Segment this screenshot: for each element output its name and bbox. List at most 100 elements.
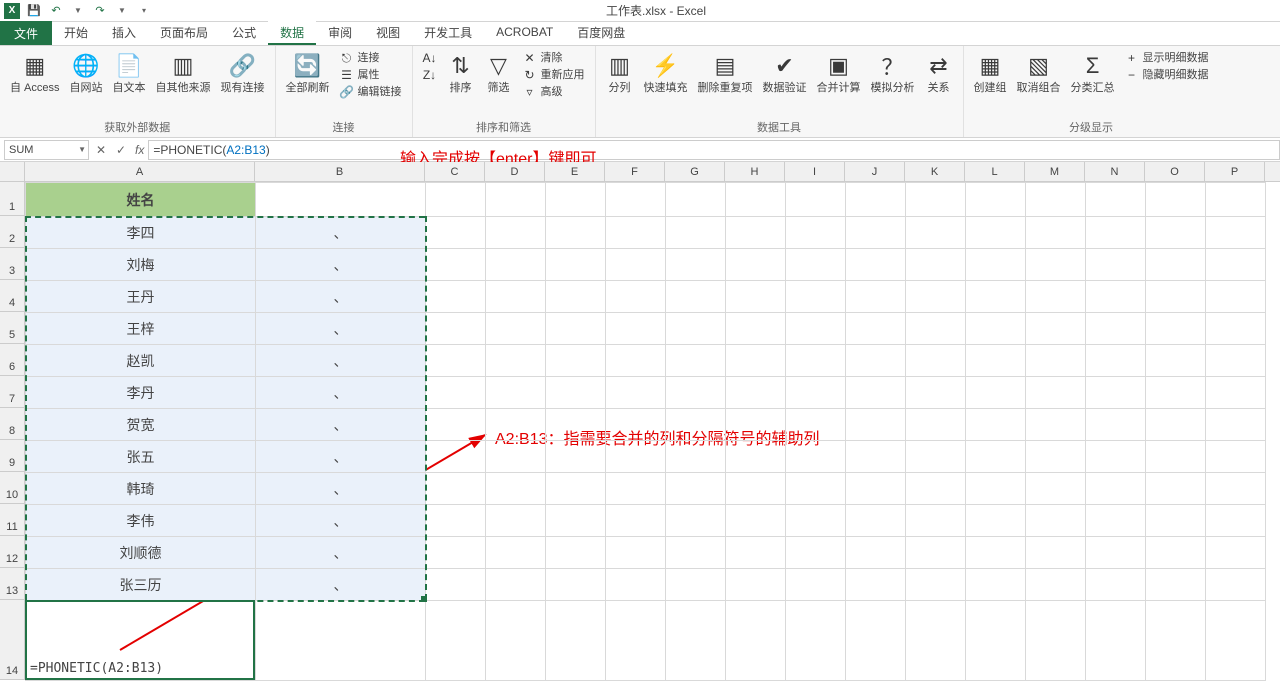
row-header-1[interactable]: 1	[0, 182, 25, 216]
cells-table[interactable]: 姓名 李四、 刘梅、 王丹、 王梓、 赵凯、 李丹、 贺宽、 张五、 韩琦、 李…	[25, 182, 1266, 681]
namebox-dropdown-icon[interactable]: ▼	[78, 145, 86, 154]
btn-properties[interactable]: ☰属性	[336, 67, 406, 83]
btn-sort[interactable]: ⇅排序	[443, 50, 479, 96]
btn-from-text[interactable]: 📄自文本	[109, 50, 150, 96]
col-header-p[interactable]: P	[1205, 162, 1265, 181]
col-header-h[interactable]: H	[725, 162, 785, 181]
btn-from-web[interactable]: 🌐自网站	[66, 50, 107, 96]
btn-relations[interactable]: ⇄关系	[921, 50, 957, 96]
tab-view[interactable]: 视图	[364, 21, 412, 45]
cell-b6[interactable]: 、	[256, 345, 426, 377]
btn-consolidate[interactable]: ▣合并计算	[813, 50, 865, 96]
cell-b1[interactable]	[256, 183, 426, 217]
formula-input[interactable]: =PHONETIC(A2:B13)	[148, 140, 1280, 160]
cell-a8[interactable]: 贺宽	[26, 409, 256, 441]
row-header-6[interactable]: 6	[0, 344, 25, 376]
btn-hide-detail[interactable]: −隐藏明细数据	[1121, 67, 1213, 83]
cell-b9[interactable]: 、	[256, 441, 426, 473]
btn-editlinks[interactable]: 🔗编辑链接	[336, 84, 406, 100]
cell-a13[interactable]: 张三历	[26, 569, 256, 601]
cell-b7[interactable]: 、	[256, 377, 426, 409]
btn-sort-za[interactable]: Z↓	[419, 67, 441, 83]
col-header-e[interactable]: E	[545, 162, 605, 181]
undo-icon[interactable]: ↶	[48, 3, 64, 19]
btn-clear[interactable]: ✕清除	[519, 50, 589, 66]
tab-file[interactable]: 文件	[0, 21, 52, 45]
cell-a11[interactable]: 李伟	[26, 505, 256, 537]
col-header-l[interactable]: L	[965, 162, 1025, 181]
spreadsheet-grid[interactable]: A B C D E F G H I J K L M N O P 1 2 3 4 …	[0, 162, 1280, 690]
btn-filter[interactable]: ▽筛选	[481, 50, 517, 96]
row-header-13[interactable]: 13	[0, 568, 25, 600]
col-header-a[interactable]: A	[25, 162, 255, 181]
tab-insert[interactable]: 插入	[100, 21, 148, 45]
cell-a6[interactable]: 赵凯	[26, 345, 256, 377]
tab-review[interactable]: 审阅	[316, 21, 364, 45]
btn-group[interactable]: ▦创建组	[970, 50, 1011, 96]
cell-b8[interactable]: 、	[256, 409, 426, 441]
cell-a14[interactable]: =PHONETIC(A2:B13)	[26, 601, 256, 681]
btn-whatif[interactable]: ？模拟分析	[867, 50, 919, 96]
row-header-5[interactable]: 5	[0, 312, 25, 344]
row-header-12[interactable]: 12	[0, 536, 25, 568]
tab-baidu[interactable]: 百度网盘	[565, 21, 637, 45]
fill-handle[interactable]	[421, 596, 427, 602]
cell-a3[interactable]: 刘梅	[26, 249, 256, 281]
save-icon[interactable]: 💾	[26, 3, 42, 19]
select-all-corner[interactable]	[0, 162, 25, 181]
cell-b2[interactable]: 、	[256, 217, 426, 249]
cell-a5[interactable]: 王梓	[26, 313, 256, 345]
col-header-b[interactable]: B	[255, 162, 425, 181]
row-header-10[interactable]: 10	[0, 472, 25, 504]
tab-data[interactable]: 数据	[268, 21, 316, 45]
cell-b12[interactable]: 、	[256, 537, 426, 569]
btn-from-other[interactable]: ▥自其他来源	[152, 50, 215, 96]
undo-dropdown-icon[interactable]: ▼	[70, 3, 86, 19]
btn-ungroup[interactable]: ▧取消组合	[1013, 50, 1065, 96]
btn-show-detail[interactable]: +显示明细数据	[1121, 50, 1213, 66]
tab-formulas[interactable]: 公式	[220, 21, 268, 45]
cell-b11[interactable]: 、	[256, 505, 426, 537]
cancel-button[interactable]: ✕	[91, 140, 111, 160]
row-header-14[interactable]: 14	[0, 600, 25, 680]
cell-b14[interactable]	[256, 601, 426, 681]
btn-flash-fill[interactable]: ⚡快速填充	[640, 50, 692, 96]
cell-b3[interactable]: 、	[256, 249, 426, 281]
col-header-n[interactable]: N	[1085, 162, 1145, 181]
cell-b10[interactable]: 、	[256, 473, 426, 505]
btn-text-to-columns[interactable]: ▥分列	[602, 50, 638, 96]
row-header-2[interactable]: 2	[0, 216, 25, 248]
col-header-g[interactable]: G	[665, 162, 725, 181]
btn-connections[interactable]: ⎋连接	[336, 50, 406, 66]
col-header-i[interactable]: I	[785, 162, 845, 181]
redo-dropdown-icon[interactable]: ▼	[114, 3, 130, 19]
qat-customize-icon[interactable]: ▾	[136, 3, 152, 19]
row-header-3[interactable]: 3	[0, 248, 25, 280]
col-header-f[interactable]: F	[605, 162, 665, 181]
cell-a1[interactable]: 姓名	[26, 183, 256, 217]
cell-a7[interactable]: 李丹	[26, 377, 256, 409]
row-header-7[interactable]: 7	[0, 376, 25, 408]
row-header-8[interactable]: 8	[0, 408, 25, 440]
tab-dev[interactable]: 开发工具	[412, 21, 484, 45]
cell-a2[interactable]: 李四	[26, 217, 256, 249]
cell-a9[interactable]: 张五	[26, 441, 256, 473]
btn-remove-dup[interactable]: ▤删除重复项	[694, 50, 757, 96]
btn-existing-conn[interactable]: 🔗现有连接	[217, 50, 269, 96]
btn-sort-az[interactable]: A↓	[419, 50, 441, 66]
cell-b5[interactable]: 、	[256, 313, 426, 345]
col-header-j[interactable]: J	[845, 162, 905, 181]
name-box[interactable]: SUM▼	[4, 140, 89, 160]
btn-subtotal[interactable]: Σ分类汇总	[1067, 50, 1119, 96]
tab-home[interactable]: 开始	[52, 21, 100, 45]
col-header-k[interactable]: K	[905, 162, 965, 181]
col-header-d[interactable]: D	[485, 162, 545, 181]
col-header-m[interactable]: M	[1025, 162, 1085, 181]
row-header-11[interactable]: 11	[0, 504, 25, 536]
row-header-9[interactable]: 9	[0, 440, 25, 472]
fx-icon[interactable]: fx	[135, 143, 144, 157]
cell-a10[interactable]: 韩琦	[26, 473, 256, 505]
redo-icon[interactable]: ↷	[92, 3, 108, 19]
cell-b13[interactable]: 、	[256, 569, 426, 601]
row-header-4[interactable]: 4	[0, 280, 25, 312]
